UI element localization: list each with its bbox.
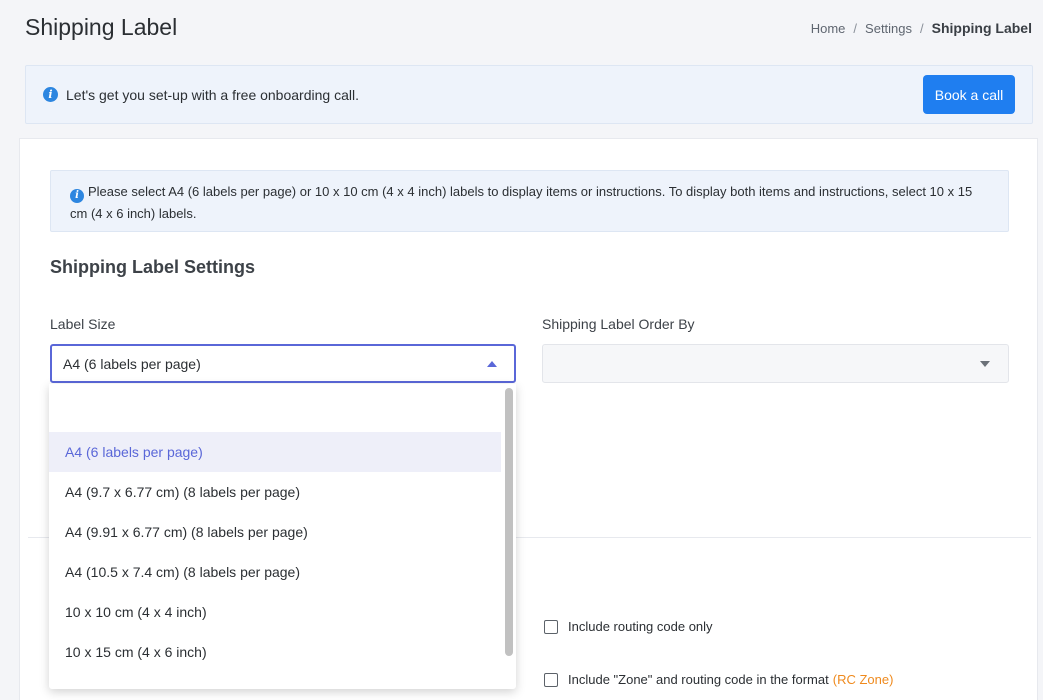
label-size-label: Label Size [50,316,116,332]
routing-only-option: Include routing code only [544,619,713,634]
zone-routing-label: Include "Zone" and routing code in the f… [568,672,829,687]
dropdown-option[interactable]: A4 (6 labels per page) [49,432,501,472]
chevron-up-icon [487,361,497,367]
breadcrumb-separator: / [853,20,858,36]
label-size-dropdown[interactable]: A4 (6 labels per page) A4 (9.7 x 6.77 cm… [49,384,516,689]
breadcrumb-current: Shipping Label [931,20,1032,36]
zone-routing-checkbox[interactable] [544,672,558,687]
order-by-label: Shipping Label Order By [542,316,695,332]
section-title: Shipping Label Settings [50,257,256,277]
rc-zone-text: (RC Zone) [832,672,894,687]
breadcrumb-settings[interactable]: Settings [865,21,912,36]
dropdown-option[interactable]: A4 (10.5 x 7.4 cm) (8 labels per page) [49,552,501,592]
chevron-down-icon [980,361,990,367]
book-call-button[interactable]: Book a call [923,75,1015,114]
dropdown-search[interactable] [49,384,516,432]
onboarding-text: Let's get you set-up with a free onboard… [66,86,359,103]
notice-text: Please select A4 (6 labels per page) or … [70,184,973,221]
label-size-select[interactable]: A4 (6 labels per page) [50,344,516,383]
zone-routing-option: Include "Zone" and routing code in the f… [544,672,893,687]
order-by-select[interactable] [542,344,1009,383]
dropdown-option[interactable]: 10 x 10 cm (4 x 4 inch) [49,592,501,632]
dropdown-option[interactable]: A4 (9.7 x 6.77 cm) (8 labels per page) [49,472,501,512]
page-title: Shipping Label [25,14,178,40]
label-size-value: A4 (6 labels per page) [63,355,201,372]
breadcrumb-home[interactable]: Home [811,21,846,36]
label-size-notice: i Please select A4 (6 labels per page) or… [50,170,1009,232]
breadcrumb: Home / Settings / Shipping Label [811,20,1032,36]
breadcrumb-separator: / [920,20,924,36]
dropdown-option[interactable]: A4 (9.91 x 6.77 cm) (8 labels per page) [49,512,501,552]
routing-only-checkbox[interactable] [544,619,558,634]
info-icon: i [70,188,84,203]
routing-only-label: Include routing code only [568,619,713,634]
dropdown-option[interactable]: 10 x 15 cm (4 x 6 inch) [49,632,501,672]
onboarding-banner: i Let's get you set-up with a free onboa… [25,65,1033,124]
scrollbar-thumb[interactable] [505,388,513,656]
info-icon: i [43,87,58,102]
dropdown-scrollbar[interactable] [505,386,513,686]
